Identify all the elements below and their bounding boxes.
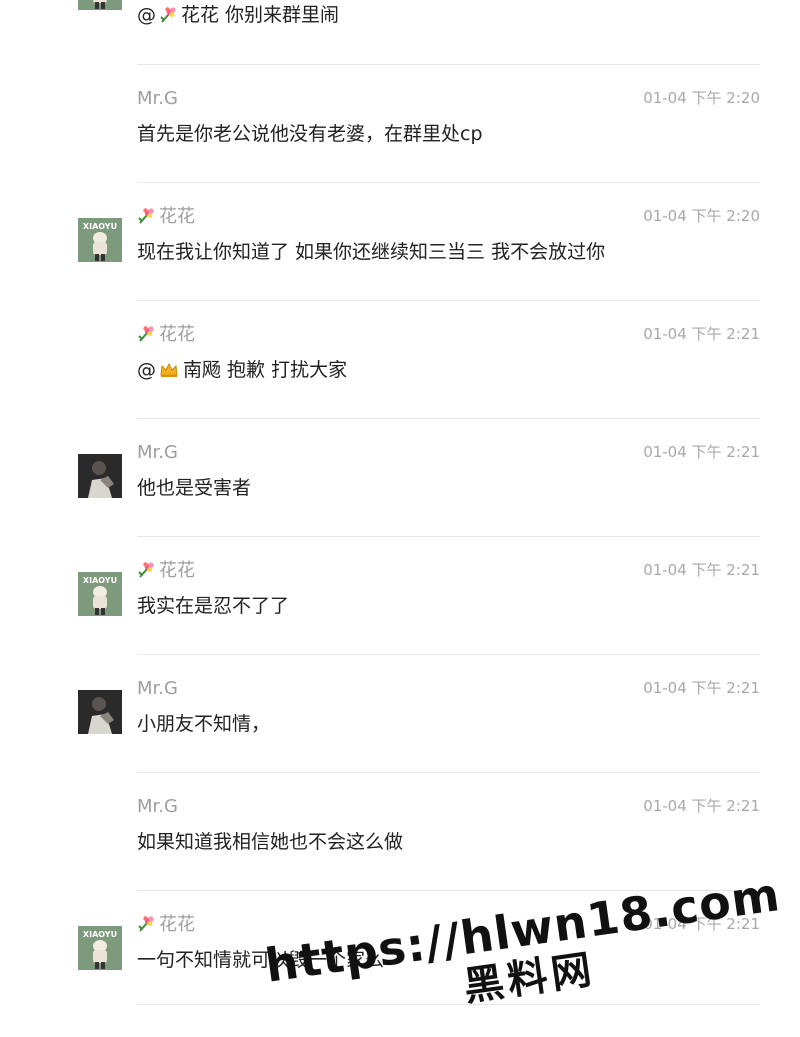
message-text: 首先是你老公说他没有老婆，在群里处cp xyxy=(137,122,483,146)
sender-label: Mr.G xyxy=(137,678,178,699)
sender-label: 花花 xyxy=(159,560,195,581)
message-text: 小朋友不知情， xyxy=(137,712,270,736)
mrg-avatar[interactable] xyxy=(78,690,122,734)
crown-icon xyxy=(159,359,183,381)
xiaoyu-avatar[interactable]: XIAOYU xyxy=(78,926,122,970)
message-body: 我实在是忍不了了 xyxy=(137,595,290,617)
sender-name: Mr.G xyxy=(137,796,178,818)
message-body: 南飏 抱歉 打扰大家 xyxy=(183,359,348,381)
message-time: 01-04 下午 2:21 xyxy=(643,443,760,461)
svg-text:XIAOYU: XIAOYU xyxy=(83,576,117,585)
message-text: 现在我让你知道了 如果你还继续知三当三 我不会放过你 xyxy=(137,240,605,264)
message-text: 他也是受害者 xyxy=(137,476,251,500)
sender-label: Mr.G xyxy=(137,796,178,817)
message-time: 01-04 下午 2:21 xyxy=(643,797,760,815)
xiaoyu-avatar[interactable]: XIAOYU xyxy=(78,572,122,616)
message-body: 首先是你老公说他没有老婆，在群里处cp xyxy=(137,123,483,145)
sender-name: 花花 xyxy=(137,560,195,582)
mention-symbol: @ xyxy=(137,359,156,381)
message-divider xyxy=(137,536,760,537)
flower-icon xyxy=(137,206,159,227)
svg-text:XIAOYU: XIAOYU xyxy=(83,930,117,939)
sender-label: Mr.G xyxy=(137,442,178,463)
flower-icon xyxy=(159,4,181,26)
message-text: @ 花花 你别来群里闹 xyxy=(137,3,339,27)
message-divider xyxy=(137,300,760,301)
message-time: 01-04 下午 2:21 xyxy=(643,561,760,579)
sender-label: 花花 xyxy=(159,206,195,227)
message-item: Mr.G 01-04 下午 2:20 首先是你老公说他没有老婆，在群里处cp xyxy=(0,80,800,198)
sender-label: 花花 xyxy=(159,914,195,935)
sender-label: Mr.G xyxy=(137,88,178,109)
message-text: @ 南飏 抱歉 打扰大家 xyxy=(137,358,347,382)
message-item: XIAOYU 花花 01-04 下午 2:21 我实在是忍不了了 xyxy=(0,552,800,670)
sender-label: 花花 xyxy=(159,324,195,345)
sender-name: Mr.G xyxy=(137,88,178,110)
flower-icon xyxy=(137,914,159,935)
sender-name: 花花 xyxy=(137,324,195,346)
message-body: 现在我让你知道了 如果你还继续知三当三 我不会放过你 xyxy=(137,241,606,263)
message-body: 花花 你别来群里闹 xyxy=(181,4,340,26)
sender-name: 花花 xyxy=(137,206,195,228)
xiaoyu-avatar[interactable]: XIAOYU xyxy=(78,0,122,10)
chat-history: XIAOYU @ 花花 你别来群里闹 Mr.G 01-04 下午 2:20 首先是你老公说… xyxy=(0,0,800,1008)
message-item: 花花 01-04 下午 2:21 @ 南飏 抱歉 打扰大家 xyxy=(0,316,800,434)
message-time: 01-04 下午 2:21 xyxy=(643,679,760,697)
message-body: 他也是受害者 xyxy=(137,477,252,499)
svg-text:XIAOYU: XIAOYU xyxy=(83,222,117,231)
message-divider xyxy=(137,772,760,773)
mrg-avatar[interactable] xyxy=(78,454,122,498)
sender-name: Mr.G xyxy=(137,678,178,700)
message-divider xyxy=(137,654,760,655)
message-time: 01-04 下午 2:20 xyxy=(643,89,760,107)
message-body: 如果知道我相信她也不会这么做 xyxy=(137,831,404,853)
message-divider xyxy=(137,64,760,65)
flower-icon xyxy=(137,560,159,581)
message-item: XIAOYU 花花 01-04 下午 2:20 现在我让你知道了 如果你还继续知三当三… xyxy=(0,198,800,316)
sender-name: Mr.G xyxy=(137,442,178,464)
message-divider xyxy=(137,418,760,419)
message-body: 小朋友不知情， xyxy=(137,713,271,735)
mention-symbol: @ xyxy=(137,4,156,26)
flower-icon xyxy=(137,324,159,345)
xiaoyu-avatar[interactable]: XIAOYU xyxy=(78,218,122,262)
message-time: 01-04 下午 2:20 xyxy=(643,207,760,225)
message-time: 01-04 下午 2:21 xyxy=(643,325,760,343)
message-item: Mr.G 01-04 下午 2:21 他也是受害者 xyxy=(0,434,800,552)
message-item: Mr.G 01-04 下午 2:21 小朋友不知情， xyxy=(0,670,800,788)
message-text: 我实在是忍不了了 xyxy=(137,594,289,618)
message-divider xyxy=(137,182,760,183)
sender-name: 花花 xyxy=(137,914,195,936)
message-text: 如果知道我相信她也不会这么做 xyxy=(137,830,403,854)
